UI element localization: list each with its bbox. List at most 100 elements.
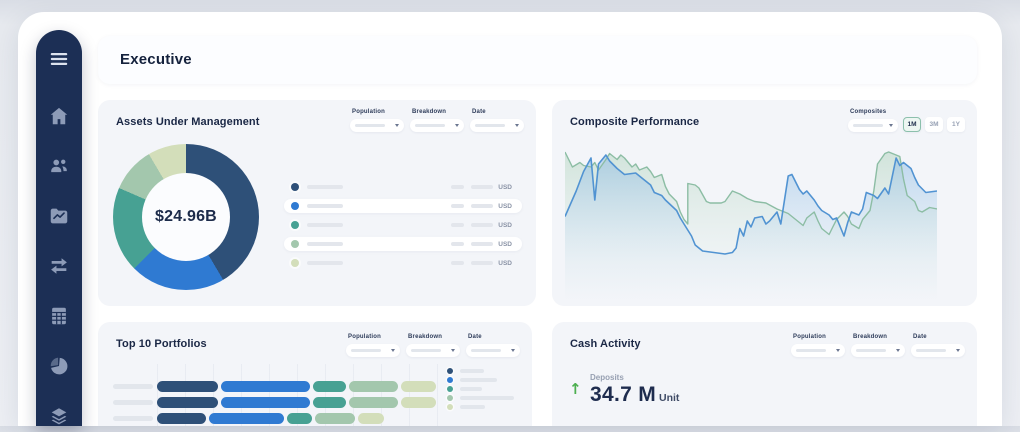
sidebar-item-transactions[interactable] — [48, 255, 70, 277]
population-dropdown[interactable] — [350, 119, 404, 132]
redacted-name-bar — [307, 242, 343, 246]
bar-segment — [349, 397, 398, 408]
sidebar-item-clients[interactable] — [48, 155, 70, 177]
placeholder-bar — [355, 124, 385, 127]
redacted-value-bar — [471, 261, 493, 265]
redacted-value-bar — [451, 204, 464, 208]
redacted-value-bar — [451, 261, 464, 265]
bar-segment — [157, 397, 218, 408]
row-label-placeholder — [113, 384, 153, 389]
bar-segment — [287, 413, 312, 424]
range-button-1m[interactable]: 1M — [903, 117, 921, 132]
breakdown-dropdown[interactable] — [410, 119, 464, 132]
date-dropdown[interactable] — [911, 344, 965, 357]
currency-label: USD — [498, 260, 512, 267]
legend-dot — [291, 183, 299, 191]
composite-controls: Composites 1M 3M 1Y — [848, 109, 965, 132]
sidebar-item-holdings[interactable] — [48, 405, 70, 427]
aum-donut-chart[interactable]: $24.96B — [113, 144, 259, 290]
redacted-name-bar — [307, 185, 343, 189]
chevron-down-icon — [956, 349, 960, 352]
top10-legend-item — [447, 395, 514, 401]
placeholder-bar — [471, 349, 501, 352]
range-button-group: 1M 3M 1Y — [903, 117, 965, 132]
filter-label-date: Date — [468, 334, 520, 340]
aum-filters: PopulationBreakdownDate — [350, 109, 524, 132]
top10-legend-item — [447, 386, 514, 392]
range-button-3m[interactable]: 3M — [925, 117, 943, 132]
card-cash-activity: Cash Activity PopulationBreakdownDate ↑ … — [552, 322, 977, 426]
sidebar-nav — [36, 30, 82, 426]
population-dropdown[interactable] — [791, 344, 845, 357]
top10-legend-item — [447, 368, 514, 374]
trend-up-arrow-icon: ↑ — [569, 380, 582, 398]
aum-legend-row: USD — [284, 237, 522, 251]
chevron-down-icon — [515, 124, 519, 127]
sidebar-item-calculator[interactable] — [48, 305, 70, 327]
page-header: Executive — [98, 36, 977, 84]
legend-dot — [291, 202, 299, 210]
filter-label-population: Population — [352, 109, 404, 115]
population-dropdown[interactable] — [346, 344, 400, 357]
redacted-value-bar — [451, 242, 464, 246]
filter-label-population: Population — [793, 334, 845, 340]
placeholder-bar — [475, 124, 505, 127]
placeholder-bar — [853, 124, 883, 127]
placeholder-bar — [411, 349, 441, 352]
redacted-name-bar — [460, 369, 484, 373]
chevron-down-icon — [511, 349, 515, 352]
redacted-name-bar — [460, 405, 485, 409]
redacted-value-bar — [451, 223, 464, 227]
redacted-value-bar — [471, 223, 493, 227]
bar-segment — [209, 413, 284, 424]
currency-label: USD — [498, 184, 512, 191]
sidebar-item-analytics[interactable] — [48, 355, 70, 377]
aum-legend-row: USD — [284, 256, 522, 270]
filter-label-breakdown: Breakdown — [412, 109, 464, 115]
range-button-1y[interactable]: 1Y — [947, 117, 965, 132]
currency-label: USD — [498, 222, 512, 229]
aum-legend-row: USD — [284, 199, 522, 213]
clients-icon — [48, 155, 70, 177]
redacted-name-bar — [460, 378, 497, 382]
legend-dot — [291, 221, 299, 229]
filter-label-population: Population — [348, 334, 400, 340]
page-title: Executive — [120, 36, 192, 84]
sidebar-item-portfolios[interactable] — [48, 205, 70, 227]
composite-performance-chart[interactable] — [565, 142, 937, 300]
breakdown-dropdown[interactable] — [851, 344, 905, 357]
portfolio-chart-icon — [48, 205, 70, 227]
placeholder-bar — [856, 349, 886, 352]
menu-button[interactable] — [48, 48, 70, 70]
composites-filter-label: Composites — [850, 109, 898, 115]
cash-filters: PopulationBreakdownDate — [791, 334, 965, 357]
card-assets-under-management: Assets Under Management PopulationBreakd… — [98, 100, 536, 306]
row-label-placeholder — [113, 400, 153, 405]
top10-legend-item — [447, 377, 514, 383]
home-icon — [48, 105, 70, 127]
breakdown-dropdown[interactable] — [406, 344, 460, 357]
card-composite-performance: Composite Performance Composites 1M3M1Y — [552, 100, 977, 306]
deposits-unit: Unit — [659, 392, 679, 404]
top10-legend — [447, 368, 514, 413]
legend-dot — [447, 404, 453, 410]
date-dropdown[interactable] — [470, 119, 524, 132]
composites-dropdown[interactable] — [848, 119, 898, 132]
date-dropdown[interactable] — [466, 344, 520, 357]
card-top10-portfolios: Top 10 Portfolios PopulationBreakdownDat… — [98, 322, 532, 426]
row-label-placeholder — [113, 416, 153, 421]
bar-segment — [401, 397, 436, 408]
sidebar-item-home[interactable] — [48, 105, 70, 127]
legend-dot — [447, 386, 453, 392]
currency-label: USD — [498, 203, 512, 210]
chevron-down-icon — [451, 349, 455, 352]
placeholder-bar — [351, 349, 381, 352]
aum-legend-row: USD — [284, 218, 522, 232]
placeholder-bar — [916, 349, 946, 352]
aum-legend: USD USD USD USD USD — [284, 180, 522, 275]
bar-segment — [315, 413, 355, 424]
currency-label: USD — [498, 241, 512, 248]
chevron-down-icon — [836, 349, 840, 352]
deposits-value-row: 34.7 M Unit — [590, 383, 679, 407]
filter-label-breakdown: Breakdown — [853, 334, 905, 340]
